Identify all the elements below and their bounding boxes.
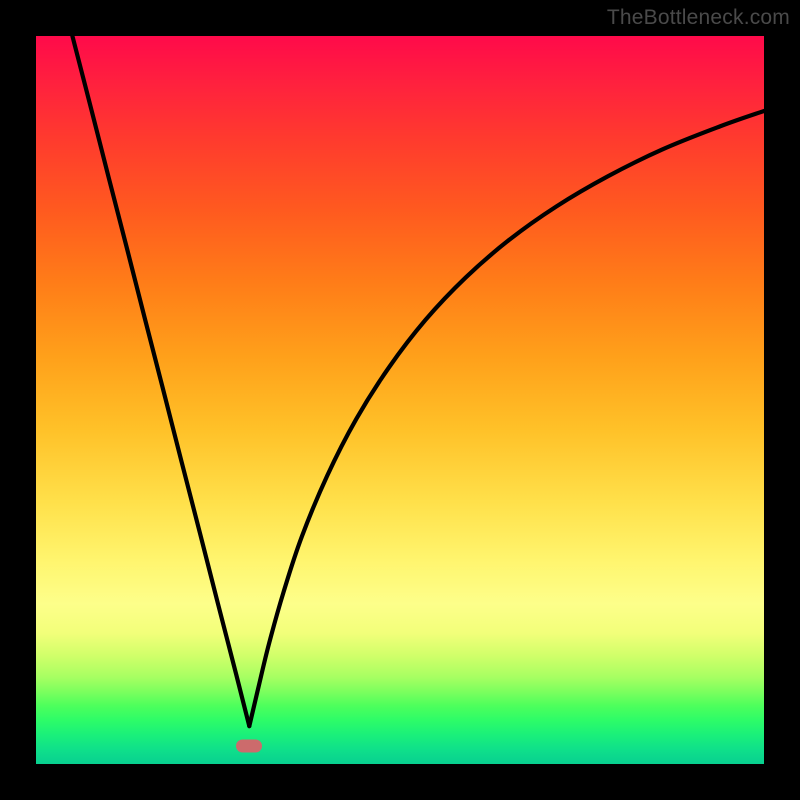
bottleneck-marker — [236, 739, 262, 752]
curve-right-branch — [249, 111, 764, 726]
curve-svg — [36, 36, 764, 764]
plot-area — [36, 36, 764, 764]
curve-left-branch — [72, 36, 249, 726]
chart-frame: TheBottleneck.com — [0, 0, 800, 800]
watermark-text: TheBottleneck.com — [607, 6, 790, 30]
